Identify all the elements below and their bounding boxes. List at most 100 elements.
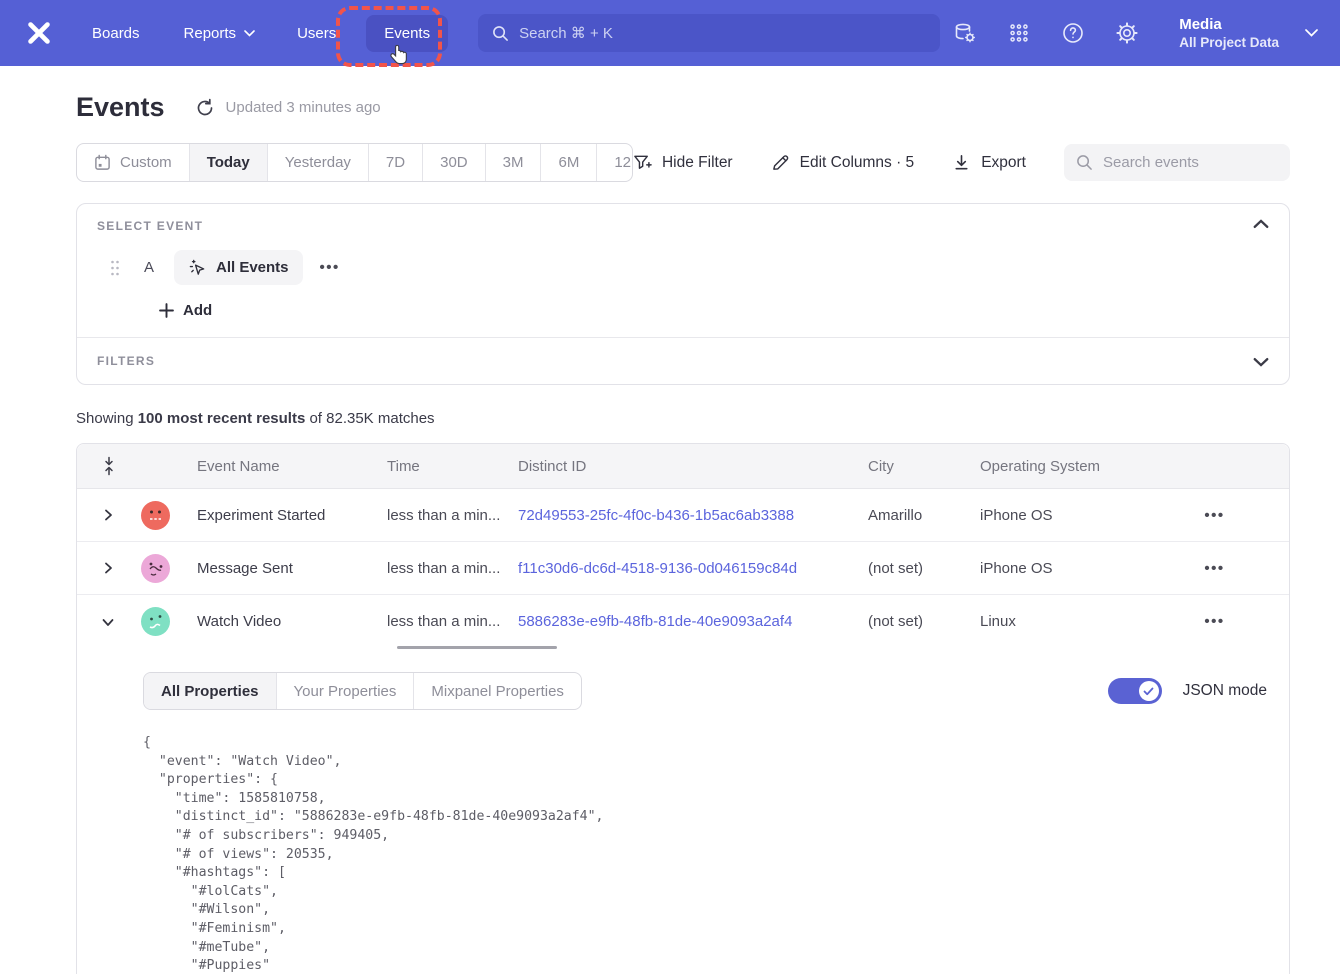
date-range-today[interactable]: Today bbox=[189, 144, 267, 181]
event-json-code: { "event": "Watch Video", "properties": … bbox=[143, 734, 1267, 974]
edit-columns-button[interactable]: Edit Columns · 5 bbox=[771, 153, 915, 172]
project-info: Media All Project Data bbox=[1179, 15, 1279, 52]
global-search-input[interactable] bbox=[519, 25, 926, 42]
updated-group: Updated 3 minutes ago bbox=[195, 98, 381, 118]
select-event-label: SELECT EVENT bbox=[97, 219, 1269, 233]
properties-tabs: All Properties Your Properties Mixpanel … bbox=[143, 672, 582, 710]
updated-text: Updated 3 minutes ago bbox=[226, 99, 381, 116]
page-title: Events bbox=[76, 92, 165, 123]
chevron-right-icon[interactable] bbox=[101, 508, 115, 522]
sparkle-cursor-icon bbox=[188, 258, 207, 277]
date-range-30d[interactable]: 30D bbox=[422, 144, 485, 181]
results-summary: Showing 100 most recent results of 82.35… bbox=[76, 410, 1290, 427]
data-management-icon[interactable] bbox=[953, 21, 977, 45]
chevron-down-icon bbox=[244, 30, 255, 37]
settings-gear-icon[interactable] bbox=[1115, 21, 1139, 45]
search-events-field[interactable] bbox=[1064, 144, 1290, 181]
title-row: Events Updated 3 minutes ago bbox=[76, 92, 1290, 123]
date-range-7d[interactable]: 7D bbox=[368, 144, 422, 181]
event-row-letter: A bbox=[144, 259, 156, 276]
results-prefix: Showing bbox=[76, 410, 138, 427]
cell-distinct-id-link[interactable]: 72d49553-25fc-4f0c-b436-1b5ac6ab3388 bbox=[518, 507, 868, 524]
chevron-down-icon bbox=[1305, 29, 1318, 37]
nav-item-boards[interactable]: Boards bbox=[92, 25, 140, 42]
mixpanel-logo-icon[interactable] bbox=[22, 16, 56, 50]
all-events-chip[interactable]: All Events bbox=[174, 250, 303, 285]
nav-item-events[interactable]: Events bbox=[366, 15, 448, 52]
cell-time: less than a min... bbox=[387, 560, 518, 577]
collapse-all-icon[interactable] bbox=[101, 456, 117, 476]
cell-event-name: Experiment Started bbox=[197, 507, 387, 524]
edit-columns-label: Edit Columns · 5 bbox=[800, 154, 915, 172]
search-events-input[interactable] bbox=[1103, 154, 1278, 171]
cell-distinct-id-link[interactable]: 5886283e-e9fb-48fb-81de-40e9093a2af4 bbox=[518, 613, 868, 630]
project-switcher[interactable]: Media All Project Data bbox=[1179, 15, 1318, 52]
date-range-custom[interactable]: Custom bbox=[77, 144, 189, 181]
apps-grid-icon[interactable] bbox=[1007, 21, 1031, 45]
pencil-icon bbox=[771, 153, 790, 172]
all-events-chip-label: All Events bbox=[216, 259, 289, 276]
export-button[interactable]: Export bbox=[952, 153, 1026, 172]
query-builder-card: SELECT EVENT A bbox=[76, 203, 1290, 385]
global-search[interactable] bbox=[478, 14, 940, 52]
column-header-distinct-id[interactable]: Distinct ID bbox=[518, 458, 868, 475]
date-range-12m[interactable]: 12M bbox=[596, 144, 633, 181]
check-icon bbox=[1143, 687, 1154, 696]
cell-os: iPhone OS bbox=[980, 560, 1140, 577]
column-header-event-name[interactable]: Event Name bbox=[197, 458, 387, 475]
tab-mixpanel-properties[interactable]: Mixpanel Properties bbox=[413, 673, 581, 709]
table-row[interactable]: Experiment Started less than a min... 72… bbox=[77, 489, 1289, 542]
event-avatar bbox=[141, 607, 170, 636]
plus-icon bbox=[159, 303, 174, 318]
event-row: A All Events ••• bbox=[97, 250, 1269, 285]
cell-distinct-id-link[interactable]: f11c30d6-dc6d-4518-9136-0d046159c84d bbox=[518, 560, 868, 577]
main-content: Events Updated 3 minutes ago Custom bbox=[0, 66, 1340, 974]
chevron-down-icon[interactable] bbox=[1253, 354, 1269, 370]
chevron-right-icon[interactable] bbox=[101, 561, 115, 575]
tab-your-properties[interactable]: Your Properties bbox=[276, 673, 414, 709]
export-label: Export bbox=[981, 154, 1026, 172]
cell-city: (not set) bbox=[868, 560, 980, 577]
events-table: Event Name Time Distinct ID City Operati… bbox=[76, 443, 1290, 974]
add-event-button[interactable]: Add bbox=[159, 302, 212, 319]
results-count: 100 most recent results bbox=[138, 410, 306, 427]
chevron-up-icon[interactable] bbox=[1253, 216, 1269, 232]
cell-time: less than a min... bbox=[387, 507, 518, 524]
table-row-expanded[interactable]: Watch Video less than a min... 5886283e-… bbox=[77, 595, 1289, 648]
column-header-operating-system[interactable]: Operating System bbox=[980, 458, 1140, 475]
row-more-button[interactable]: ••• bbox=[1204, 613, 1224, 630]
event-avatar bbox=[141, 554, 170, 583]
date-range-3m[interactable]: 3M bbox=[485, 144, 541, 181]
navbar-right: Media All Project Data bbox=[953, 15, 1318, 52]
cell-event-name: Watch Video bbox=[197, 613, 387, 630]
column-header-city[interactable]: City bbox=[868, 458, 980, 475]
help-icon[interactable] bbox=[1061, 21, 1085, 45]
search-icon bbox=[492, 25, 509, 42]
refresh-icon[interactable] bbox=[195, 98, 215, 118]
row-more-button[interactable]: ••• bbox=[1204, 507, 1224, 524]
date-range-6m[interactable]: 6M bbox=[540, 144, 596, 181]
drag-handle-icon[interactable] bbox=[109, 259, 121, 277]
page: Boards Reports Users Events bbox=[0, 0, 1340, 974]
column-header-time[interactable]: Time bbox=[387, 458, 518, 475]
horizontal-scrollbar-thumb[interactable] bbox=[397, 646, 557, 649]
nav-item-reports-label: Reports bbox=[184, 25, 237, 42]
tab-all-properties[interactable]: All Properties bbox=[144, 673, 276, 709]
date-range-custom-label: Custom bbox=[120, 154, 172, 171]
event-row-more-button[interactable]: ••• bbox=[320, 259, 340, 276]
select-event-section: SELECT EVENT A bbox=[77, 204, 1289, 337]
chevron-down-icon[interactable] bbox=[101, 615, 115, 629]
calendar-icon bbox=[94, 154, 111, 171]
table-row[interactable]: Message Sent less than a min... f11c30d6… bbox=[77, 542, 1289, 595]
json-mode-toggle[interactable] bbox=[1108, 678, 1162, 704]
date-range-yesterday[interactable]: Yesterday bbox=[267, 144, 368, 181]
project-name: Media bbox=[1179, 15, 1279, 34]
hide-filter-button[interactable]: Hide Filter bbox=[633, 153, 733, 172]
cell-event-name: Message Sent bbox=[197, 560, 387, 577]
nav-item-reports[interactable]: Reports bbox=[184, 25, 256, 42]
nav-item-users[interactable]: Users bbox=[297, 25, 336, 42]
json-mode-label: JSON mode bbox=[1183, 682, 1267, 700]
cell-os: Linux bbox=[980, 613, 1140, 630]
row-more-button[interactable]: ••• bbox=[1204, 560, 1224, 577]
results-suffix: of 82.35K matches bbox=[305, 410, 434, 427]
